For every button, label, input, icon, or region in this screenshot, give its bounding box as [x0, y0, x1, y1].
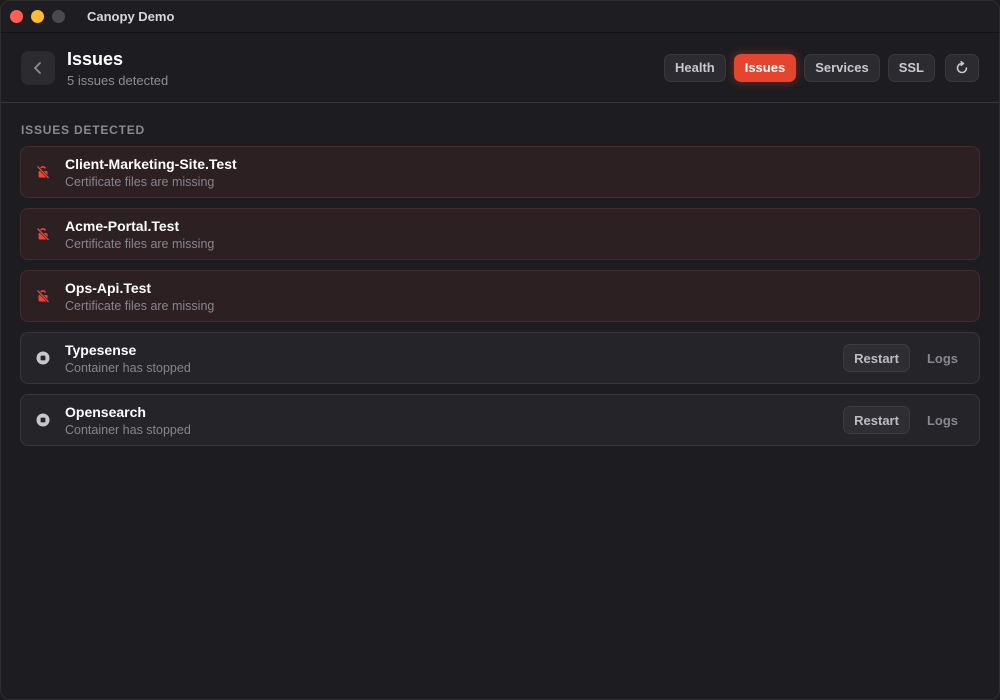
tab-health[interactable]: Health — [663, 53, 726, 82]
issue-description: Certificate files are missing — [65, 298, 215, 313]
issue-description: Certificate files are missing — [65, 236, 215, 251]
app-window: Canopy Demo Issues 5 issues detected Hea… — [0, 0, 1000, 700]
issue-row: Opensearch Container has stopped Restart… — [20, 394, 980, 446]
refresh-icon — [956, 60, 968, 73]
page-subtitle: 5 issues detected — [67, 72, 169, 88]
tab-services[interactable]: Services — [804, 53, 880, 82]
logs-button[interactable]: Logs — [916, 344, 969, 372]
issue-description: Certificate files are missing — [65, 174, 215, 189]
issue-name: Ops-Api.Test — [65, 279, 152, 296]
restart-button[interactable]: Restart — [843, 344, 910, 372]
window-title: Canopy Demo — [87, 9, 175, 24]
issue-name: Client-Marketing-Site.Test — [65, 155, 237, 172]
page-header: Issues 5 issues detected Health Issues S… — [1, 33, 999, 103]
chevron-left-icon — [34, 61, 41, 74]
issue-row: Ops-Api.Test Certificate files are missi… — [20, 270, 980, 322]
nav-tabs: Health Issues Services SSL — [656, 53, 935, 82]
issue-name: Opensearch — [65, 403, 146, 420]
main-content: ISSUES DETECTED Client-Marketing-Site.Te… — [1, 103, 999, 446]
unlocked-icon — [35, 164, 51, 180]
issue-name: Typesense — [65, 341, 137, 358]
tab-ssl[interactable]: SSL — [887, 53, 935, 82]
section-title: ISSUES DETECTED — [21, 123, 146, 137]
minimize-window-button[interactable] — [31, 10, 44, 23]
issue-row: Typesense Container has stopped Restart … — [20, 332, 980, 384]
restart-button[interactable]: Restart — [843, 406, 910, 434]
zoom-window-button[interactable] — [52, 10, 65, 23]
stop-icon — [35, 350, 51, 366]
close-window-button[interactable] — [10, 10, 23, 23]
stop-icon — [35, 412, 51, 428]
tab-issues[interactable]: Issues — [733, 53, 797, 82]
unlocked-icon — [35, 226, 51, 242]
unlocked-icon — [35, 288, 51, 304]
issue-description: Container has stopped — [65, 422, 191, 437]
issue-description: Container has stopped — [65, 360, 191, 375]
issue-row: Client-Marketing-Site.Test Certificate f… — [20, 146, 980, 198]
page-titles: Issues 5 issues detected — [67, 48, 168, 88]
page-title: Issues — [67, 48, 124, 69]
refresh-button[interactable] — [945, 53, 979, 82]
issue-name: Acme-Portal.Test — [65, 217, 180, 234]
back-button[interactable] — [21, 50, 55, 85]
logs-button[interactable]: Logs — [916, 406, 969, 434]
title-bar: Canopy Demo — [1, 1, 999, 33]
issue-row: Acme-Portal.Test Certificate files are m… — [20, 208, 980, 260]
